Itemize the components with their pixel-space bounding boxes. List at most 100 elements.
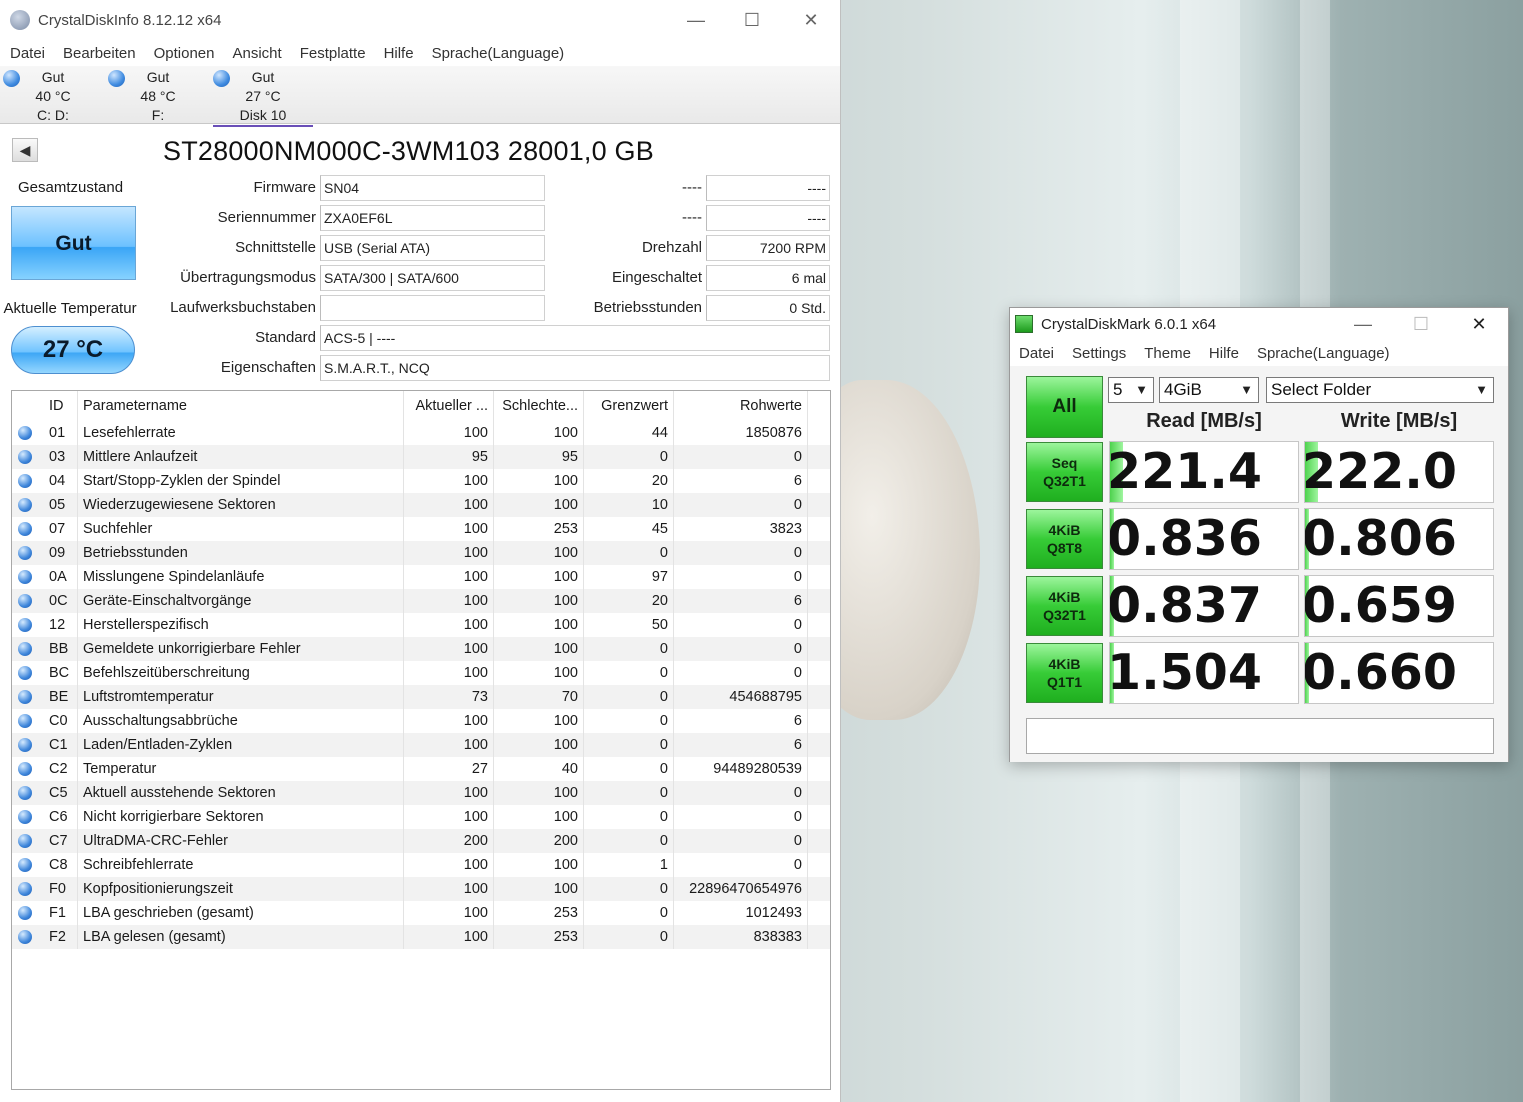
row-current: 100 bbox=[404, 493, 494, 517]
temperature-button[interactable]: 27 °C bbox=[11, 326, 135, 374]
disk-tabs: Gut 40 °C C: D: Gut 48 °C F: Gut 27 °C D… bbox=[0, 66, 840, 127]
count-select[interactable]: 5 ▼ bbox=[1108, 377, 1154, 403]
table-row[interactable]: C6 Nicht korrigierbare Sektoren 100 100 0 0 bbox=[12, 805, 830, 829]
table-row[interactable]: C7 UltraDMA-CRC-Fehler 200 200 0 0 bbox=[12, 829, 830, 853]
row-raw: 0 bbox=[674, 853, 808, 877]
row-status-icon bbox=[12, 565, 38, 589]
reserved-field-2: ---- bbox=[706, 205, 830, 231]
row-parameter: Laden/Entladen-Zyklen bbox=[78, 733, 404, 757]
read-result-1: 0.836 bbox=[1109, 508, 1299, 570]
write-result-3: 0.660 bbox=[1304, 642, 1494, 704]
previous-disk-button[interactable]: ◀ bbox=[12, 138, 38, 162]
header-threshold[interactable]: Grenzwert bbox=[584, 391, 674, 421]
comment-input[interactable] bbox=[1026, 718, 1494, 754]
table-row[interactable]: 12 Herstellerspezifisch 100 100 50 0 bbox=[12, 613, 830, 637]
table-row[interactable]: 07 Suchfehler 100 253 45 3823 bbox=[12, 517, 830, 541]
row-current: 100 bbox=[404, 901, 494, 925]
row-worst: 100 bbox=[494, 733, 584, 757]
all-button[interactable]: All bbox=[1026, 376, 1103, 438]
table-row[interactable]: C0 Ausschaltungsabbrüche 100 100 0 6 bbox=[12, 709, 830, 733]
write-value: 0.806 bbox=[1304, 510, 1457, 567]
row-id: 07 bbox=[38, 517, 78, 541]
row-current: 100 bbox=[404, 469, 494, 493]
row-id: F2 bbox=[38, 925, 78, 949]
row-parameter: Befehlszeitüberschreitung bbox=[78, 661, 404, 685]
test-button-3[interactable]: 4KiB Q1T1 bbox=[1026, 643, 1103, 703]
status-ball-icon bbox=[18, 474, 32, 488]
health-status-button[interactable]: Gut bbox=[11, 206, 136, 280]
row-id: BC bbox=[38, 661, 78, 685]
menu-settings[interactable]: Settings bbox=[1072, 345, 1126, 362]
table-row[interactable]: 01 Lesefehlerrate 100 100 44 1850876 bbox=[12, 421, 830, 445]
drive-letter-label: Laufwerksbuchstaben bbox=[170, 299, 316, 316]
menu-theme[interactable]: Theme bbox=[1144, 345, 1191, 362]
table-row[interactable]: 04 Start/Stopp-Zyklen der Spindel 100 100 20… bbox=[12, 469, 830, 493]
header-parameter[interactable]: Parametername bbox=[78, 391, 404, 421]
table-row[interactable]: BB Gemeldete unkorrigierbare Fehler 100 100… bbox=[12, 637, 830, 661]
close-icon[interactable]: ✕ bbox=[1464, 310, 1494, 338]
row-status-icon bbox=[12, 925, 38, 949]
table-row[interactable]: C8 Schreibfehlerrate 100 100 1 0 bbox=[12, 853, 830, 877]
maximize-icon[interactable]: ☐ bbox=[1406, 310, 1436, 338]
test-button-1[interactable]: 4KiB Q8T8 bbox=[1026, 509, 1103, 569]
menu-datei[interactable]: Datei bbox=[10, 45, 45, 62]
row-threshold: 0 bbox=[584, 805, 674, 829]
table-row[interactable]: BC Befehlszeitüberschreitung 100 100 0 0 bbox=[12, 661, 830, 685]
row-raw: 0 bbox=[674, 805, 808, 829]
menu-optionen[interactable]: Optionen bbox=[154, 45, 215, 62]
table-row[interactable]: C1 Laden/Entladen-Zyklen 100 100 0 6 bbox=[12, 733, 830, 757]
disk-tab-disk10[interactable]: Gut 27 °C Disk 10 bbox=[213, 68, 313, 127]
minimize-icon[interactable]: — bbox=[1348, 310, 1378, 338]
menu-datei[interactable]: Datei bbox=[1019, 345, 1054, 362]
disk-tab-cd[interactable]: Gut 40 °C C: D: bbox=[3, 68, 103, 125]
header-current[interactable]: Aktueller ... bbox=[404, 391, 494, 421]
read-result-3: 1.504 bbox=[1109, 642, 1299, 704]
row-status-icon bbox=[12, 901, 38, 925]
folder-select[interactable]: Select Folder ▼ bbox=[1266, 377, 1494, 403]
row-current: 27 bbox=[404, 757, 494, 781]
menu-bearbeiten[interactable]: Bearbeiten bbox=[63, 45, 136, 62]
disk-tab-f[interactable]: Gut 48 °C F: bbox=[108, 68, 208, 125]
menu-ansicht[interactable]: Ansicht bbox=[232, 45, 281, 62]
menu-sprache[interactable]: Sprache(Language) bbox=[432, 45, 565, 62]
row-raw: 0 bbox=[674, 829, 808, 853]
minimize-icon[interactable]: — bbox=[681, 6, 711, 34]
table-row[interactable]: C2 Temperatur 27 40 0 94489280539 bbox=[12, 757, 830, 781]
header-raw[interactable]: Rohwerte bbox=[674, 391, 808, 421]
menu-hilfe[interactable]: Hilfe bbox=[1209, 345, 1239, 362]
table-row[interactable]: 0A Misslungene Spindelanläufe 100 100 97 0 bbox=[12, 565, 830, 589]
maximize-icon[interactable]: ☐ bbox=[737, 6, 767, 34]
status-ball-icon bbox=[18, 786, 32, 800]
header-id[interactable]: ID bbox=[38, 391, 78, 421]
table-row[interactable]: F2 LBA gelesen (gesamt) 100 253 0 838383 bbox=[12, 925, 830, 949]
row-raw: 454688795 bbox=[674, 685, 808, 709]
table-row[interactable]: F0 Kopfpositionierungszeit 100 100 0 22896470… bbox=[12, 877, 830, 901]
row-threshold: 44 bbox=[584, 421, 674, 445]
header-worst[interactable]: Schlechte... bbox=[494, 391, 584, 421]
table-row[interactable]: 0C Geräte-Einschaltvorgänge 100 100 20 6 bbox=[12, 589, 830, 613]
smart-table[interactable]: ID Parametername Aktueller ... Schlechte… bbox=[11, 390, 831, 1090]
status-ball-icon bbox=[18, 906, 32, 920]
table-row[interactable]: 03 Mittlere Anlaufzeit 95 95 0 0 bbox=[12, 445, 830, 469]
smart-table-body: 01 Lesefehlerrate 100 100 44 1850876 03 Mittler… bbox=[12, 421, 830, 949]
row-parameter: LBA geschrieben (gesamt) bbox=[78, 901, 404, 925]
menu-sprache[interactable]: Sprache(Language) bbox=[1257, 345, 1390, 362]
read-result-0: 221.4 bbox=[1109, 441, 1299, 503]
row-parameter: Betriebsstunden bbox=[78, 541, 404, 565]
menu-hilfe[interactable]: Hilfe bbox=[384, 45, 414, 62]
test-button-0[interactable]: Seq Q32T1 bbox=[1026, 442, 1103, 502]
row-raw: 22896470654976 bbox=[674, 877, 808, 901]
test-button-2[interactable]: 4KiB Q32T1 bbox=[1026, 576, 1103, 636]
table-row[interactable]: F1 LBA geschrieben (gesamt) 100 253 0 1012493 bbox=[12, 901, 830, 925]
table-row[interactable]: BE Luftstromtemperatur 73 70 0 454688795 bbox=[12, 685, 830, 709]
close-icon[interactable]: ✕ bbox=[796, 6, 826, 34]
count-value: 5 bbox=[1113, 380, 1123, 399]
table-row[interactable]: 09 Betriebsstunden 100 100 0 0 bbox=[12, 541, 830, 565]
table-row[interactable]: 05 Wiederzugewiesene Sektoren 100 100 10 0 bbox=[12, 493, 830, 517]
table-row[interactable]: C5 Aktuell ausstehende Sektoren 100 100 0 0 bbox=[12, 781, 830, 805]
size-select[interactable]: 4GiB ▼ bbox=[1159, 377, 1259, 403]
cdi-titlebar: CrystalDiskInfo 8.12.12 x64 — ☐ ✕ bbox=[0, 0, 840, 40]
test-label-line1: Seq bbox=[1051, 455, 1078, 471]
menu-festplatte[interactable]: Festplatte bbox=[300, 45, 366, 62]
row-raw: 0 bbox=[674, 493, 808, 517]
